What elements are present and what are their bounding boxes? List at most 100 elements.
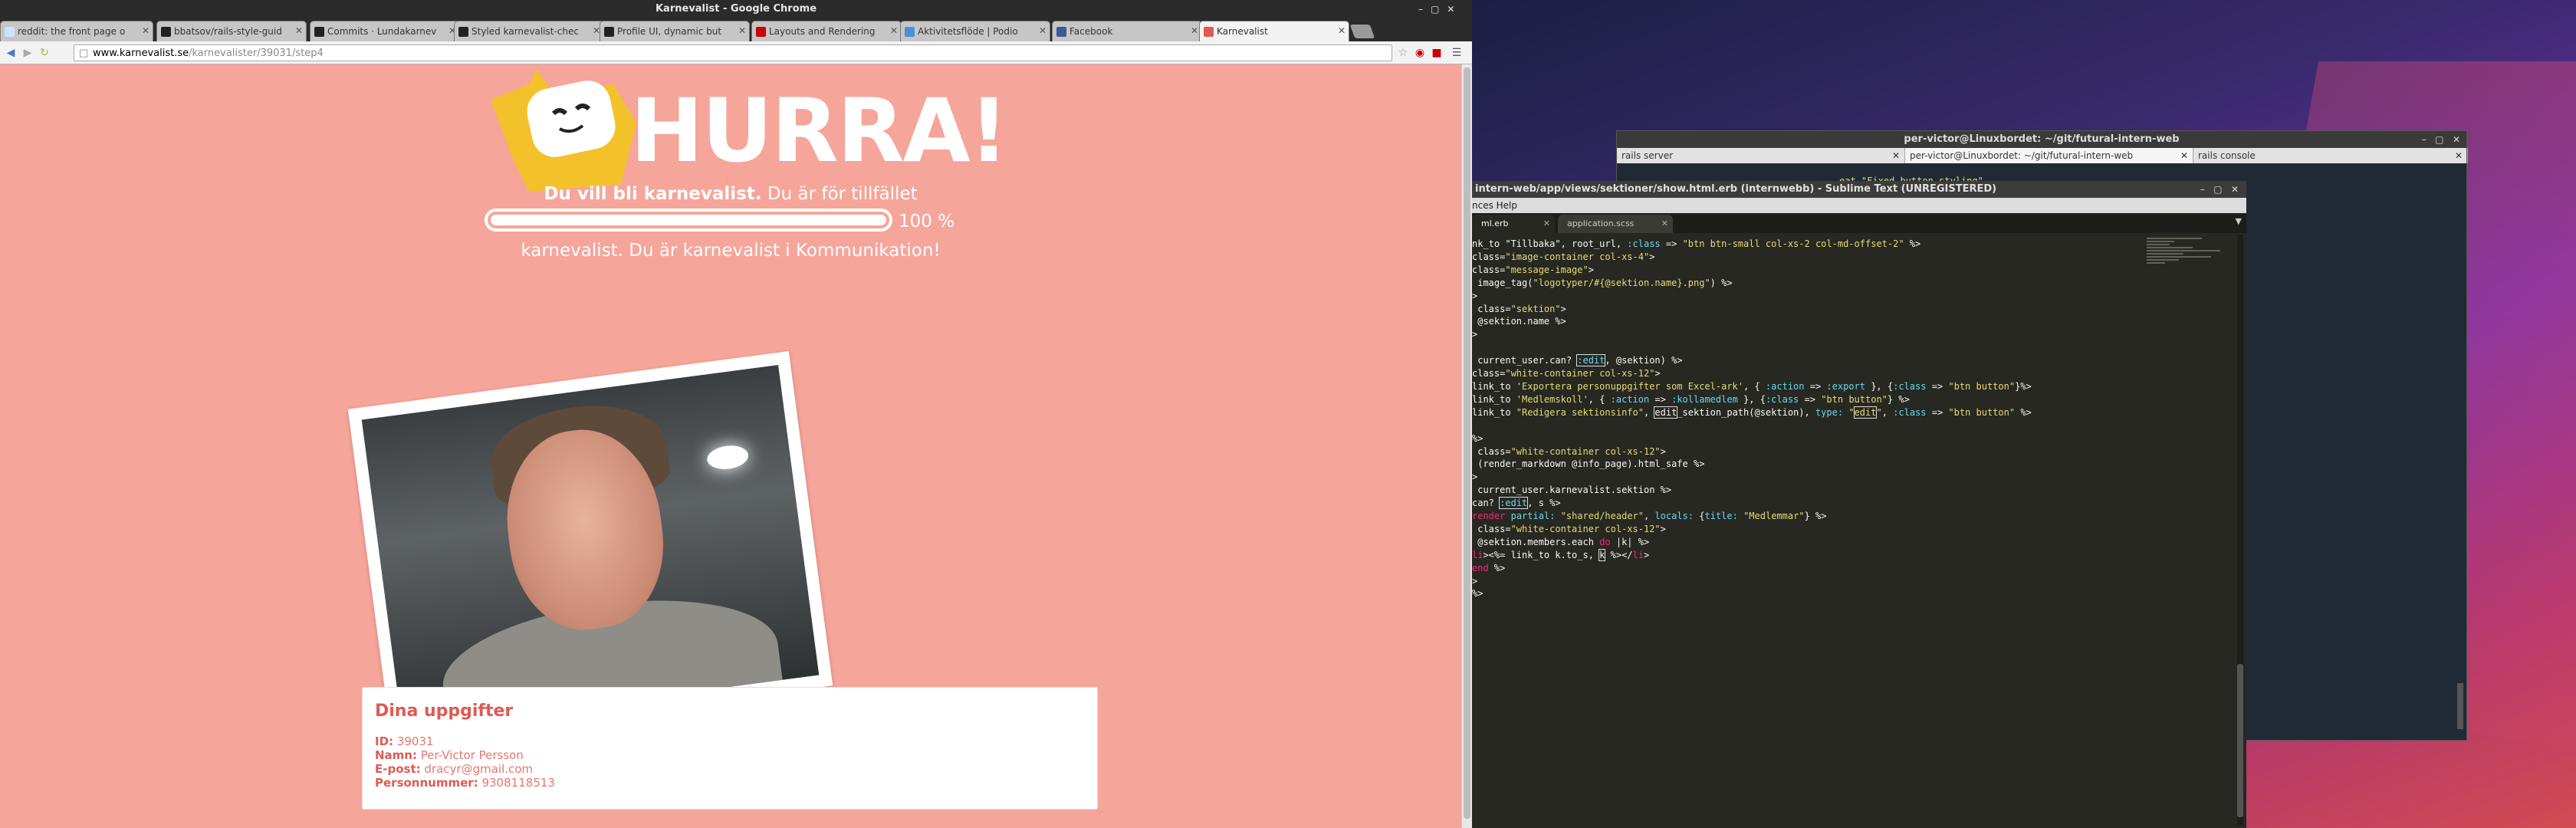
tab-favicon-icon <box>756 27 766 37</box>
close-icon[interactable]: ✕ <box>1661 215 1668 233</box>
status-lead-2: karnevalist. Du är karnevalist i Kommuni… <box>521 241 941 261</box>
terminal-tab-label: per-victor@Linuxbordet: ~/git/futural-in… <box>1910 150 2134 161</box>
sublime-tab[interactable]: application.scss ✕ <box>1558 215 1673 233</box>
info-pnr-row: Personnummer: 9308118513 <box>375 776 1085 790</box>
info-id-label: ID: <box>375 734 394 748</box>
sublime-title: intern-web/app/views/sektioner/show.html… <box>1472 181 2246 198</box>
editor-scrollbar[interactable] <box>2237 235 2243 825</box>
browser-tab[interactable]: reddit: the front page o ✕ <box>0 21 153 41</box>
scroll-thumb[interactable] <box>1464 67 1470 819</box>
info-email-value: dracyr@gmail.com <box>424 762 534 776</box>
sublime-tab-label: ml.erb <box>1481 219 1509 228</box>
forward-icon[interactable]: ▶ <box>20 45 35 61</box>
browser-tab-label: Styled karnevalist-chec <box>472 26 579 37</box>
tab-favicon-icon <box>1204 27 1214 37</box>
sublime-window[interactable]: intern-web/app/views/sektioner/show.html… <box>1472 181 2246 828</box>
browser-tab-label: Karnevalist <box>1217 26 1268 37</box>
info-id-value: 39031 <box>396 734 434 748</box>
sublime-window-controls: – ▢ ✕ <box>2200 181 2239 198</box>
close-icon[interactable]: ✕ <box>1543 215 1550 233</box>
info-card-title: Dina uppgifter <box>375 702 514 721</box>
tab-close-icon[interactable]: ✕ <box>142 25 150 36</box>
tab-strip: reddit: the front page o ✕ bbatsov/rails-s… <box>0 18 1472 41</box>
url-path: /karnevalister/39031/step4 <box>189 48 324 59</box>
terminal-close-icon[interactable]: ✕ <box>2453 134 2460 145</box>
tab-close-icon[interactable]: ✕ <box>1338 25 1346 36</box>
browser-tab[interactable]: Karnevalist ✕ <box>1199 21 1349 41</box>
info-card: Dina uppgifter ID: 39031 Namn: Per-Victo… <box>362 687 1098 810</box>
terminal-title: per-victor@Linuxbordet: ~/git/futural-in… <box>1617 131 2466 148</box>
info-pnr-value: 9308118513 <box>481 776 555 790</box>
window-title: Karnevalist - Google Chrome <box>655 3 817 15</box>
karnevalist-page: HURRA! Du vill bli karnevalist. Du är fö… <box>0 64 1461 828</box>
extension2-icon[interactable]: ■ <box>1429 45 1444 61</box>
tab-close-icon[interactable]: ✕ <box>295 25 303 36</box>
menu-icon[interactable]: ☰ <box>1449 45 1464 61</box>
terminal-tab[interactable]: rails console ✕ <box>2193 148 2468 163</box>
close-icon[interactable]: ✕ <box>1447 4 1454 15</box>
window-controls: – ▢ ✕ <box>1418 0 1466 18</box>
profile-photo-frame <box>347 351 833 744</box>
maximize-icon[interactable]: ▢ <box>1431 4 1439 15</box>
back-icon[interactable]: ◀ <box>3 45 18 61</box>
browser-tab[interactable]: Styled karnevalist-chec ✕ <box>454 21 604 41</box>
browser-tab[interactable]: Profile UI, dynamic but ✕ <box>600 21 750 41</box>
browser-tab-label: Commits · Lundakarnev <box>327 26 437 37</box>
terminal-minimize-icon[interactable]: – <box>2422 134 2426 145</box>
sublime-minimize-icon[interactable]: – <box>2200 184 2205 195</box>
tab-close-icon[interactable]: ✕ <box>738 25 746 36</box>
extension-icon[interactable]: ◉ <box>1412 45 1428 61</box>
tab-favicon-icon <box>5 27 15 37</box>
terminal-tab[interactable]: rails server ✕ <box>1617 148 1905 163</box>
terminal-tab-active[interactable]: per-victor@Linuxbordet: ~/git/futural-in… <box>1905 148 2193 163</box>
editor-scroll-thumb[interactable] <box>2237 664 2243 817</box>
info-name-row: Namn: Per-Victor Persson <box>375 748 1085 762</box>
info-email-row: E-post: dracyr@gmail.com <box>375 762 1085 776</box>
sublime-maximize-icon[interactable]: ▢ <box>2213 184 2222 195</box>
browser-tab[interactable]: bbatsov/rails-style-guid ✕ <box>156 21 307 41</box>
browser-tab[interactable]: Commits · Lundakarnev ✕ <box>310 21 460 41</box>
progress-label: 100 % <box>899 212 955 232</box>
tab-favicon-icon <box>314 27 324 37</box>
terminal-scrollbar[interactable] <box>2457 683 2463 729</box>
close-icon[interactable]: ✕ <box>2180 150 2188 161</box>
browser-tab[interactable]: Aktivitetsflöde | Podio ✕ <box>900 21 1050 41</box>
sublime-close-icon[interactable]: ✕ <box>2231 184 2239 195</box>
minimize-icon[interactable]: – <box>1418 4 1423 15</box>
browser-tab-label: reddit: the front page o <box>18 26 126 37</box>
info-id-row: ID: 39031 <box>375 734 1085 748</box>
browser-tab[interactable]: Layouts and Rendering ✕ <box>751 21 902 41</box>
code-minimap[interactable] <box>2147 238 2239 284</box>
terminal-maximize-icon[interactable]: ▢ <box>2435 134 2443 145</box>
sublime-tab-active[interactable]: ml.erb ✕ <box>1472 215 1555 233</box>
tab-close-icon[interactable]: ✕ <box>1039 25 1046 36</box>
progress-fill <box>491 215 886 225</box>
star-icon[interactable]: ☆ <box>1395 45 1411 61</box>
info-name-value: Per-Victor Persson <box>420 748 524 762</box>
tab-close-icon[interactable]: ✕ <box>1191 25 1198 36</box>
code-editor[interactable]: nk_to "Tillbaka", root_url, :class => "b… <box>1472 238 2162 600</box>
new-tab-button[interactable] <box>1349 25 1375 38</box>
close-icon[interactable]: ✕ <box>1892 150 1900 161</box>
progress-bar <box>485 209 892 232</box>
tab-favicon-icon <box>458 27 468 37</box>
reload-icon[interactable]: ↻ <box>37 45 52 61</box>
info-email-label: E-post: <box>375 762 421 776</box>
page-scrollbar[interactable] <box>1461 64 1472 828</box>
close-icon[interactable]: ✕ <box>2455 150 2463 161</box>
address-bar-row: ◀ ▶ ↻ □ www.karnevalist.se/karnevalister… <box>0 41 1472 64</box>
sublime-menu-bar[interactable]: nces Help <box>1472 198 2246 213</box>
browser-tab-label: Profile UI, dynamic but <box>617 26 722 37</box>
browser-tab[interactable]: Facebook ✕ <box>1052 21 1202 41</box>
browser-tab-label: Layouts and Rendering <box>769 26 876 37</box>
tab-favicon-icon <box>1056 27 1066 37</box>
terminal-tab-label: rails server <box>1622 150 1674 161</box>
url-field[interactable]: □ www.karnevalist.se/karnevalister/39031… <box>74 44 1392 61</box>
tab-dropdown-icon[interactable]: ▼ <box>2236 216 2242 226</box>
tab-close-icon[interactable]: ✕ <box>890 25 898 36</box>
browser-tab-label: Aktivitetsflöde | Podio <box>918 26 1018 37</box>
status-lead-bold: Du vill bli karnevalist. <box>544 184 762 204</box>
profile-photo <box>361 364 820 731</box>
tab-favicon-icon <box>905 27 915 37</box>
page-heading: HURRA! <box>630 80 1009 182</box>
